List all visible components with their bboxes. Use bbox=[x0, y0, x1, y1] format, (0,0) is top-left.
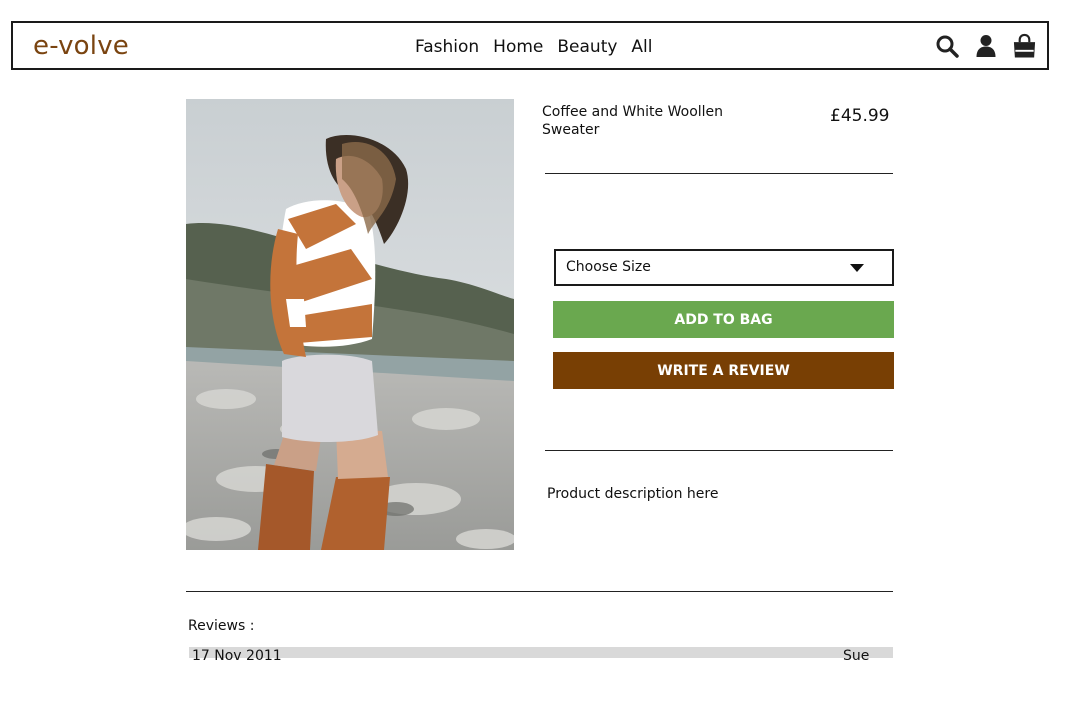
add-to-bag-button[interactable]: ADD TO BAG bbox=[553, 301, 894, 338]
write-review-button[interactable]: WRITE A REVIEW bbox=[553, 352, 894, 389]
divider-middle bbox=[545, 450, 893, 451]
product-price: £45.99 bbox=[830, 106, 890, 126]
size-select[interactable]: Choose Size bbox=[554, 249, 894, 286]
search-icon[interactable] bbox=[934, 33, 959, 58]
product-title: Coffee and White Woollen Sweater bbox=[542, 104, 724, 138]
navbar: e-volve Fashion Home Beauty All bbox=[11, 21, 1049, 70]
logo[interactable]: e-volve bbox=[33, 31, 129, 61]
nav-link-home[interactable]: Home bbox=[493, 37, 543, 57]
review-row bbox=[189, 647, 893, 658]
nav-link-beauty[interactable]: Beauty bbox=[557, 37, 617, 57]
nav-link-all[interactable]: All bbox=[631, 37, 652, 57]
size-select-label: Choose Size bbox=[566, 259, 651, 275]
review-author: Sue bbox=[843, 648, 870, 664]
chevron-down-icon bbox=[850, 264, 864, 272]
divider-reviews bbox=[186, 591, 893, 592]
product-image bbox=[186, 99, 514, 550]
shopping-bag-icon[interactable] bbox=[1012, 33, 1037, 58]
reviews-heading: Reviews : bbox=[188, 618, 255, 634]
divider-top bbox=[545, 173, 893, 174]
header-actions bbox=[934, 33, 1037, 58]
main-nav: Fashion Home Beauty All bbox=[415, 37, 653, 57]
product-description: Product description here bbox=[547, 486, 719, 502]
nav-link-fashion[interactable]: Fashion bbox=[415, 37, 479, 57]
user-icon[interactable] bbox=[973, 33, 998, 58]
review-date: 17 Nov 2011 bbox=[192, 648, 282, 664]
